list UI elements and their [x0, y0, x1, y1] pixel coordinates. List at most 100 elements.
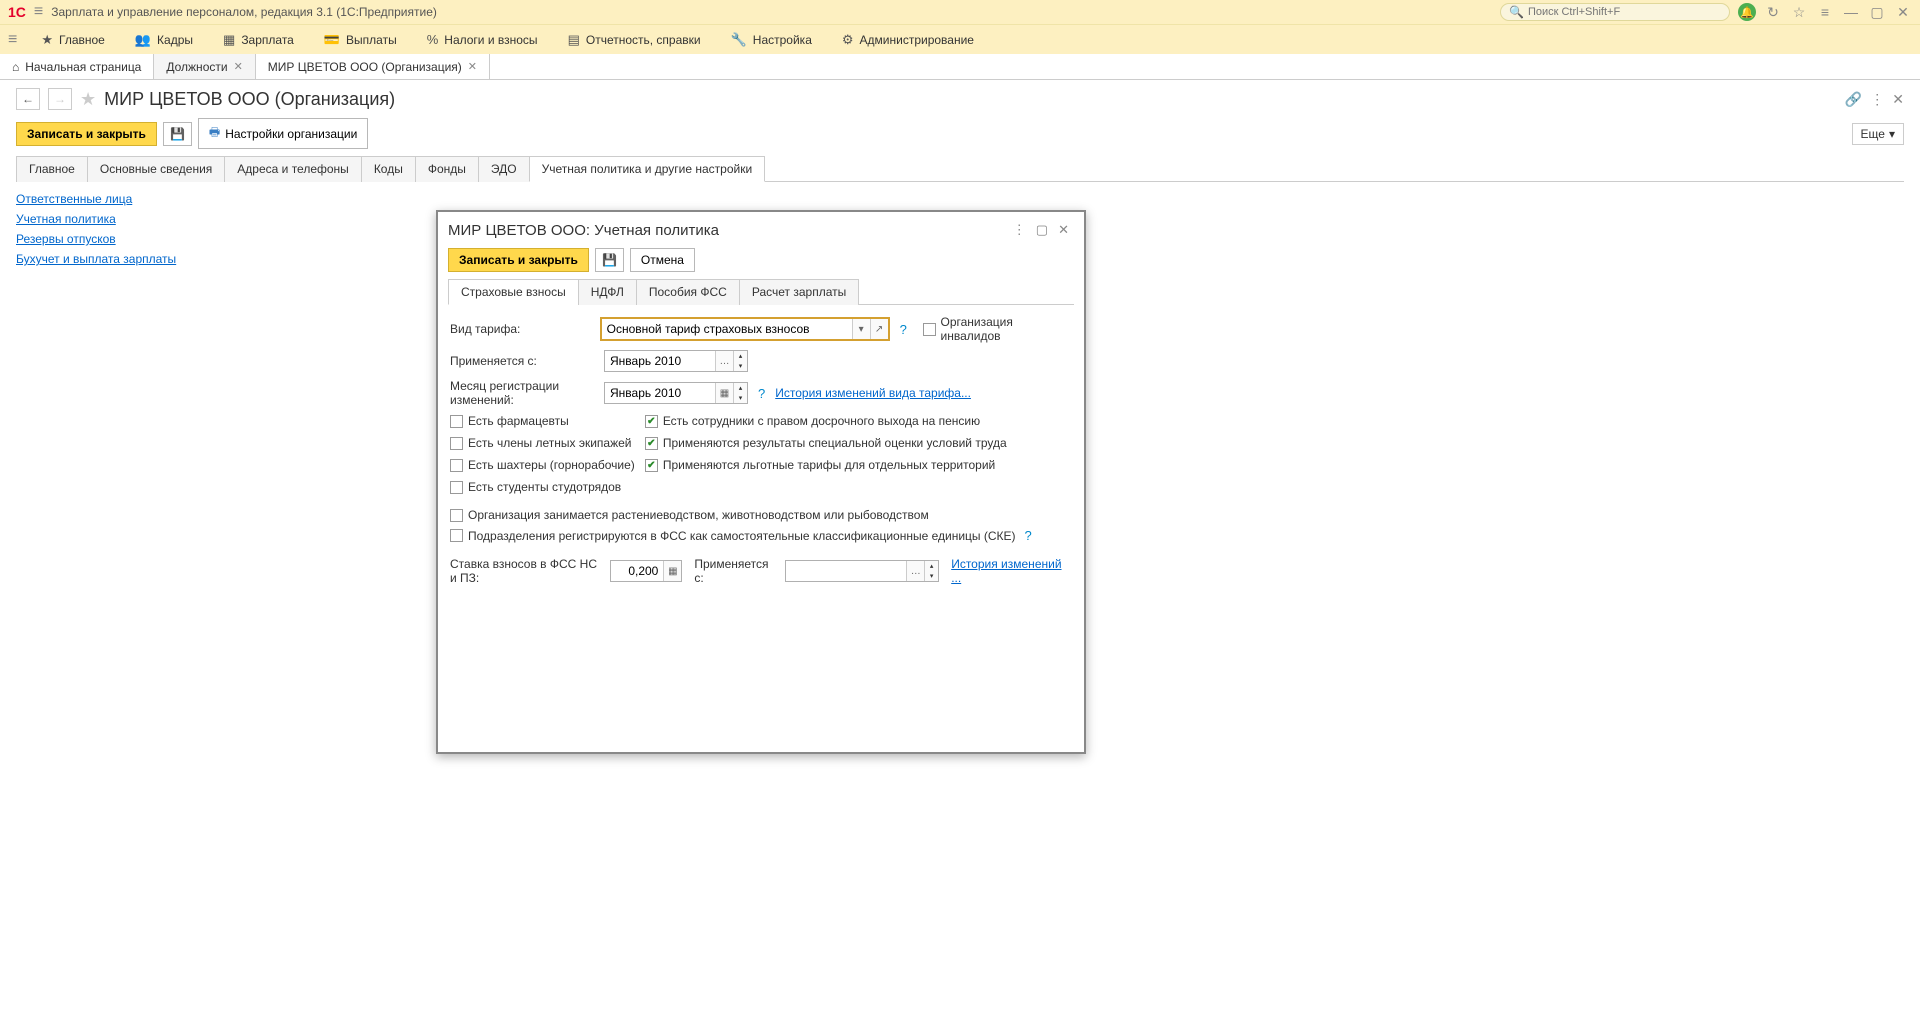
- percent-icon: %: [427, 32, 439, 47]
- dialog-save-button[interactable]: 💾: [595, 248, 624, 272]
- save-and-close-button[interactable]: Записать и закрыть: [16, 122, 157, 146]
- applies-from-input-group: … ▴▾: [604, 350, 748, 372]
- save-icon: 💾: [602, 253, 617, 267]
- dialog-body: Вид тарифа: ▾ ↗ ? Организация инвалидов …: [438, 305, 1084, 752]
- help-icon[interactable]: ?: [1021, 528, 1036, 543]
- tariff-history-link[interactable]: История изменений вида тарифа...: [775, 386, 971, 400]
- global-search[interactable]: 🔍: [1500, 3, 1730, 21]
- fss-history-link[interactable]: История изменений ...: [951, 557, 1072, 585]
- subtab-accounting-policy[interactable]: Учетная политика и другие настройки: [529, 156, 766, 182]
- chk-territory[interactable]: ✔: [645, 459, 658, 472]
- maximize-icon[interactable]: ▢: [1868, 3, 1886, 21]
- nav-admin[interactable]: ⚙Администрирование: [836, 28, 980, 52]
- tariff-input[interactable]: [602, 319, 852, 339]
- fss-applies-input[interactable]: [786, 561, 906, 581]
- chk-pharm[interactable]: [450, 415, 463, 428]
- tab-organization[interactable]: МИР ЦВЕТОВ ООО (Организация)✕: [256, 54, 490, 79]
- reg-month-input-group: ▦ ▴▾: [604, 382, 748, 404]
- fss-rate-label: Ставка взносов в ФСС НС и ПЗ:: [450, 557, 604, 585]
- link-vacation-reserves[interactable]: Резервы отпусков: [16, 232, 116, 246]
- subtab-edo[interactable]: ЭДО: [478, 156, 530, 182]
- link-accounting-payment[interactable]: Бухучет и выплата зарплаты: [16, 252, 176, 266]
- help-icon[interactable]: ?: [754, 386, 769, 401]
- dtab-salary-calc[interactable]: Расчет зарплаты: [739, 279, 859, 305]
- dropdown-icon[interactable]: ▾: [852, 319, 870, 339]
- chk-agri[interactable]: [450, 509, 463, 522]
- subtab-addresses[interactable]: Адреса и телефоны: [224, 156, 362, 182]
- wrench-icon: 🔧: [731, 32, 747, 48]
- subtab-funds[interactable]: Фонды: [415, 156, 479, 182]
- dialog-toolbar: Записать и закрыть 💾 Отмена: [438, 248, 1084, 278]
- fss-rate-input[interactable]: [611, 561, 663, 581]
- reg-month-input[interactable]: [605, 383, 715, 403]
- favorite-icon[interactable]: ☆: [1790, 3, 1808, 21]
- link-responsible[interactable]: Ответственные лица: [16, 192, 132, 206]
- save-icon: 💾: [170, 127, 185, 141]
- close-tab-icon[interactable]: ✕: [468, 60, 477, 73]
- ellipsis-icon[interactable]: …: [715, 351, 733, 371]
- main-nav: ≡ ★Главное 👥Кадры ▦Зарплата 💳Выплаты %На…: [0, 24, 1920, 54]
- chk-special[interactable]: ✔: [645, 437, 658, 450]
- notifications-icon[interactable]: 🔔: [1738, 3, 1756, 21]
- nav-salary[interactable]: ▦Зарплата: [217, 28, 300, 52]
- page-title: МИР ЦВЕТОВ ООО (Организация): [104, 89, 395, 110]
- dtab-ndfl[interactable]: НДФЛ: [578, 279, 637, 305]
- nav-reports[interactable]: ▤Отчетность, справки: [562, 28, 707, 52]
- settings-icon[interactable]: ≡: [1816, 3, 1834, 21]
- dtab-insurance[interactable]: Страховые взносы: [448, 279, 579, 305]
- org-invalid-label: Организация инвалидов: [941, 315, 1073, 343]
- nav-payments[interactable]: 💳Выплаты: [318, 28, 403, 52]
- back-button[interactable]: ←: [16, 88, 40, 110]
- main-menu-icon[interactable]: ≡: [34, 3, 43, 21]
- tab-positions[interactable]: Должности✕: [154, 54, 255, 79]
- subtab-main[interactable]: Главное: [16, 156, 88, 182]
- org-invalid-checkbox[interactable]: [923, 323, 936, 336]
- minimize-icon[interactable]: —: [1842, 3, 1860, 21]
- dialog-cancel-button[interactable]: Отмена: [630, 248, 695, 272]
- link-accounting-policy[interactable]: Учетная политика: [16, 212, 116, 226]
- close-tab-icon[interactable]: ✕: [234, 60, 243, 73]
- tab-home[interactable]: ⌂Начальная страница: [0, 54, 154, 79]
- month-spinner[interactable]: ▴▾: [733, 383, 747, 403]
- nav-settings[interactable]: 🔧Настройка: [725, 28, 818, 52]
- calendar-icon[interactable]: ▦: [715, 383, 733, 403]
- subtab-codes[interactable]: Коды: [361, 156, 416, 182]
- nav-taxes[interactable]: %Налоги и взносы: [421, 28, 544, 51]
- nav-personnel[interactable]: 👥Кадры: [129, 28, 199, 52]
- history-icon[interactable]: ↻: [1764, 3, 1782, 21]
- search-icon: 🔍: [1509, 5, 1524, 19]
- close-page-icon[interactable]: ✕: [1892, 91, 1904, 108]
- open-icon[interactable]: ↗: [870, 319, 888, 339]
- month-spinner[interactable]: ▴▾: [733, 351, 747, 371]
- help-icon[interactable]: ?: [896, 322, 911, 337]
- dialog-save-close-button[interactable]: Записать и закрыть: [448, 248, 589, 272]
- favorite-star-icon[interactable]: ★: [80, 89, 96, 110]
- dialog-close-icon[interactable]: ✕: [1053, 220, 1074, 240]
- calculator-icon[interactable]: ▦: [663, 561, 681, 581]
- chk-students[interactable]: [450, 481, 463, 494]
- dialog-kebab-icon[interactable]: ⋮: [1008, 220, 1031, 240]
- page-toolbar: Записать и закрыть 💾 🖶Настройки организа…: [16, 118, 1904, 149]
- month-spinner[interactable]: ▴▾: [924, 561, 938, 581]
- nav-main[interactable]: ★Главное: [35, 28, 111, 52]
- chk-pension[interactable]: ✔: [645, 415, 658, 428]
- chk-fss-units[interactable]: [450, 529, 463, 542]
- org-settings-button[interactable]: 🖶Настройки организации: [198, 118, 368, 149]
- save-button[interactable]: 💾: [163, 122, 192, 146]
- nav-toggle-icon[interactable]: ≡: [8, 31, 17, 49]
- ellipsis-icon[interactable]: …: [906, 561, 924, 581]
- subtab-general[interactable]: Основные сведения: [87, 156, 225, 182]
- dtab-fss[interactable]: Пособия ФСС: [636, 279, 740, 305]
- chk-flight[interactable]: [450, 437, 463, 450]
- tariff-select[interactable]: ▾ ↗: [600, 317, 890, 341]
- more-button[interactable]: Еще▾: [1852, 123, 1904, 145]
- search-input[interactable]: [1528, 6, 1721, 18]
- kebab-icon[interactable]: ⋮: [1870, 91, 1884, 108]
- chk-miners[interactable]: [450, 459, 463, 472]
- link-icon[interactable]: 🔗: [1845, 91, 1862, 108]
- dialog-maximize-icon[interactable]: ▢: [1031, 220, 1053, 240]
- close-icon[interactable]: ✕: [1894, 3, 1912, 21]
- applies-from-input[interactable]: [605, 351, 715, 371]
- forward-button[interactable]: →: [48, 88, 72, 110]
- star-icon: ★: [41, 32, 53, 48]
